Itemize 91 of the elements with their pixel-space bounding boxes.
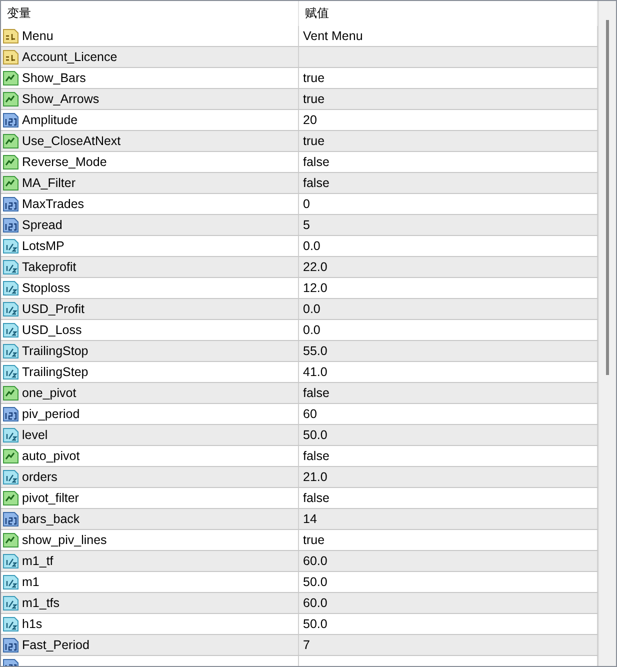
- parameter-value[interactable]: 21.0: [303, 470, 328, 484]
- boolean-type-icon: [3, 448, 19, 464]
- parameter-value[interactable]: 0.0: [303, 323, 320, 337]
- boolean-type-icon: [3, 532, 19, 548]
- parameter-name: Fast_Period: [22, 638, 90, 652]
- parameter-value[interactable]: 60.0: [303, 596, 328, 610]
- parameter-value[interactable]: true: [303, 134, 325, 148]
- parameter-value[interactable]: false: [303, 176, 330, 190]
- parameter-name: Use_CloseAtNext: [22, 134, 121, 148]
- parameter-value[interactable]: 60: [303, 407, 317, 421]
- integer-type-icon: [3, 112, 19, 128]
- boolean-type-icon: [3, 175, 19, 191]
- scrollbar[interactable]: [598, 1, 616, 666]
- boolean-type-icon: [3, 154, 19, 170]
- parameter-value[interactable]: false: [303, 155, 330, 169]
- parameter-value[interactable]: 50.0: [303, 428, 328, 442]
- parameter-name: Menu: [22, 29, 54, 43]
- parameter-name: m1_tf: [22, 554, 54, 568]
- parameter-value[interactable]: false: [303, 386, 330, 400]
- parameter-value[interactable]: false: [303, 491, 330, 505]
- parameter-value[interactable]: false: [303, 449, 330, 463]
- parameter-name: Stoploss: [22, 281, 70, 295]
- boolean-type-icon: [3, 385, 19, 401]
- parameter-name: m1_tfs: [22, 596, 60, 610]
- parameter-name: show_piv_lines: [22, 533, 107, 547]
- parameter-name: Show_Arrows: [22, 92, 100, 106]
- fraction-type-icon: [3, 343, 19, 359]
- parameter-value[interactable]: 41.0: [303, 365, 328, 379]
- integer-type-icon: [3, 406, 19, 422]
- parameter-value[interactable]: 50.0: [303, 575, 328, 589]
- parameter-name: Takeprofit: [22, 260, 76, 274]
- parameter-name: one_pivot: [22, 386, 76, 400]
- parameter-name: TrailingStep: [22, 365, 88, 379]
- parameter-name: auto_pivot: [22, 449, 80, 463]
- text-type-icon: [3, 49, 19, 65]
- fraction-type-icon: [3, 616, 19, 632]
- parameter-name: Show_Bars: [22, 71, 86, 85]
- fraction-type-icon: [3, 322, 19, 338]
- boolean-type-icon: [3, 133, 19, 149]
- fraction-type-icon: [3, 595, 19, 611]
- parameter-name: level: [22, 428, 48, 442]
- integer-type-icon: [3, 637, 19, 653]
- integer-type-icon: [3, 217, 19, 233]
- boolean-type-icon: [3, 91, 19, 107]
- parameter-value[interactable]: 12.0: [303, 281, 328, 295]
- parameter-name: USD_Loss: [22, 323, 82, 337]
- parameter-value[interactable]: 0: [303, 197, 310, 211]
- fraction-type-icon: [3, 553, 19, 569]
- parameter-value[interactable]: true: [303, 71, 325, 85]
- text-type-icon: [3, 28, 19, 44]
- boolean-type-icon: [3, 70, 19, 86]
- parameter-value[interactable]: true: [303, 533, 325, 547]
- parameter-name: bars_back: [22, 512, 80, 526]
- parameter-name: MA_Filter: [22, 176, 76, 190]
- parameter-value[interactable]: 7: [303, 638, 310, 652]
- parameter-value[interactable]: 60.0: [303, 554, 328, 568]
- parameter-name: piv_period: [22, 407, 80, 421]
- parameter-name: Account_Licence: [22, 50, 118, 64]
- boolean-type-icon: [3, 490, 19, 506]
- scrollbar-thumb[interactable]: [606, 20, 609, 375]
- fraction-type-icon: [3, 238, 19, 254]
- fraction-type-icon: [3, 427, 19, 443]
- parameter-name: USD_Profit: [22, 302, 85, 316]
- parameter-name: m1: [22, 575, 40, 589]
- fraction-type-icon: [3, 469, 19, 485]
- fraction-type-icon: [3, 259, 19, 275]
- parameter-value[interactable]: 50.0: [303, 617, 328, 631]
- parameter-name: orders: [22, 470, 58, 484]
- parameter-value[interactable]: true: [303, 92, 325, 106]
- parameter-value[interactable]: 22.0: [303, 260, 328, 274]
- integer-type-icon: [3, 511, 19, 527]
- parameter-name: Reverse_Mode: [22, 155, 107, 169]
- parameter-name: pivot_filter: [22, 491, 79, 505]
- parameter-value[interactable]: 55.0: [303, 344, 328, 358]
- parameter-name: h1s: [22, 617, 42, 631]
- fraction-type-icon: [3, 280, 19, 296]
- parameter-value[interactable]: 14: [303, 512, 317, 526]
- parameter-value[interactable]: 0.0: [303, 302, 320, 316]
- parameter-name: Amplitude: [22, 113, 78, 127]
- parameter-value[interactable]: 20: [303, 113, 317, 127]
- parameter-value[interactable]: 0.0: [303, 239, 320, 253]
- fraction-type-icon: [3, 364, 19, 380]
- parameter-value[interactable]: Vent Menu: [303, 29, 363, 43]
- integer-type-icon: [3, 196, 19, 212]
- parameter-name: MaxTrades: [22, 197, 84, 211]
- fraction-type-icon: [3, 574, 19, 590]
- parameter-name: TrailingStop: [22, 344, 88, 358]
- parameter-value[interactable]: 5: [303, 218, 310, 232]
- parameter-name: Spread: [22, 218, 62, 232]
- fraction-type-icon: [3, 301, 19, 317]
- parameter-name: LotsMP: [22, 239, 64, 253]
